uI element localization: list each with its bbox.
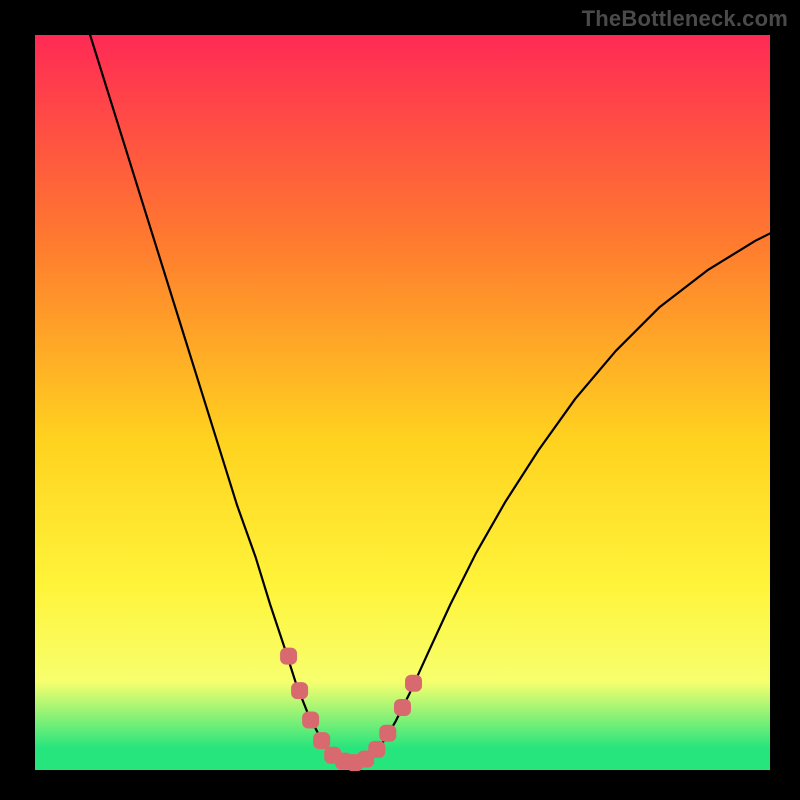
bottleneck-chart [0, 0, 800, 800]
curve-marker [394, 699, 411, 716]
curve-marker [291, 682, 308, 699]
curve-marker [405, 675, 422, 692]
plot-background [35, 35, 770, 770]
curve-marker [379, 725, 396, 742]
curve-marker [368, 741, 385, 758]
chart-container: TheBottleneck.com [0, 0, 800, 800]
watermark-text: TheBottleneck.com [582, 6, 788, 32]
curve-marker [280, 648, 297, 665]
curve-marker [302, 712, 319, 729]
curve-marker [313, 732, 330, 749]
